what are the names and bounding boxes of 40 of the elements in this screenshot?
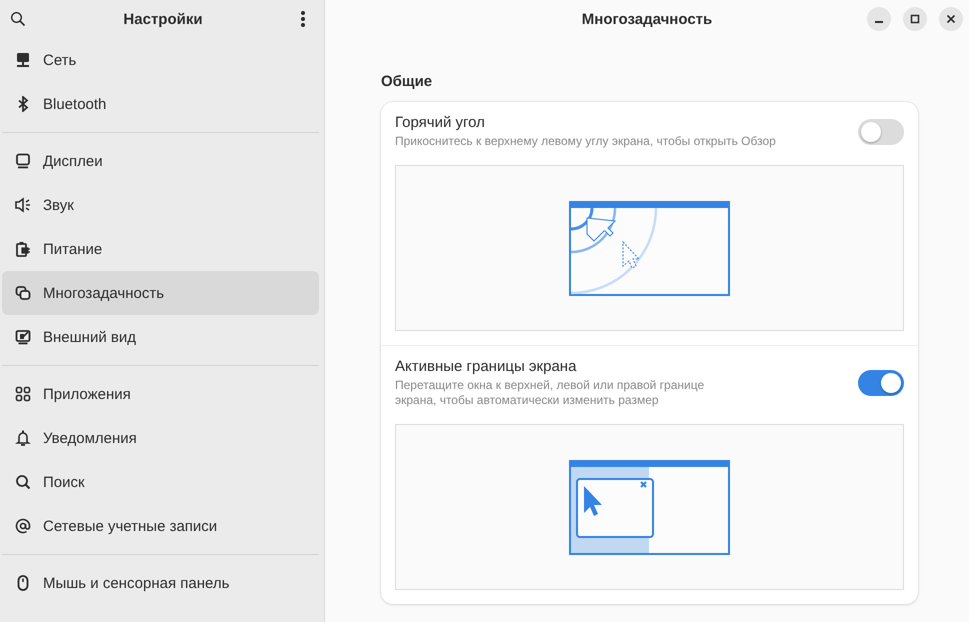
sidebar-item[interactable]: Многозадачность [2, 271, 319, 315]
mouse-icon [15, 575, 31, 591]
sidebar-item[interactable]: Дисплеи [2, 139, 319, 183]
sidebar-item[interactable]: Питание [2, 227, 319, 271]
toggle-switch[interactable] [858, 370, 904, 396]
maximize-icon [910, 14, 920, 24]
minimize-icon [875, 21, 883, 23]
battery-plug-icon [15, 241, 31, 257]
sidebar-item[interactable]: Уведомления [2, 416, 319, 460]
sidebar-item[interactable]: Приложения [2, 372, 319, 416]
setting-description: Перетащите окна к верхней, левой или правой границе экрана, чтобы автоматически изменить размер [395, 378, 704, 408]
at-sign-icon [15, 518, 31, 534]
section-title: Общие [381, 73, 434, 90]
toggle-switch[interactable] [858, 118, 904, 144]
sidebar-item[interactable]: Сетевые учетные записи [2, 504, 319, 548]
sidebar-item[interactable]: Звук [2, 183, 319, 227]
window-title: Многозадачность [582, 10, 712, 28]
maximize-button[interactable] [903, 7, 927, 31]
sidebar-item[interactable]: Сеть [2, 38, 319, 82]
sidebar-item[interactable]: Внешний вид [2, 315, 319, 359]
windows-icon [15, 285, 31, 301]
close-icon [946, 14, 956, 24]
setting-title: Горячий угол [395, 114, 486, 131]
sidebar-item[interactable]: Мышь и сенсорная панель [2, 561, 319, 605]
setting-title: Активные границы экрана [395, 358, 578, 375]
sidebar-title: Настройки [123, 10, 203, 28]
appearance-icon [15, 329, 31, 345]
sidebar-item[interactable]: Bluetooth [2, 82, 319, 126]
setting-description: Прикоснитесь к верхнему левому углу экрана, чтобы открыть Обзор [395, 134, 776, 149]
display-icon [15, 153, 31, 169]
menu-icon[interactable] [300, 10, 306, 28]
search-icon [15, 474, 31, 490]
network-icon [15, 52, 31, 68]
speaker-icon [15, 197, 31, 213]
bell-icon [15, 430, 31, 446]
search-icon[interactable] [10, 11, 26, 27]
grid-icon [15, 386, 31, 402]
sidebar-item[interactable]: Поиск [2, 460, 319, 504]
minimize-button[interactable] [867, 7, 891, 31]
close-button[interactable] [939, 7, 963, 31]
